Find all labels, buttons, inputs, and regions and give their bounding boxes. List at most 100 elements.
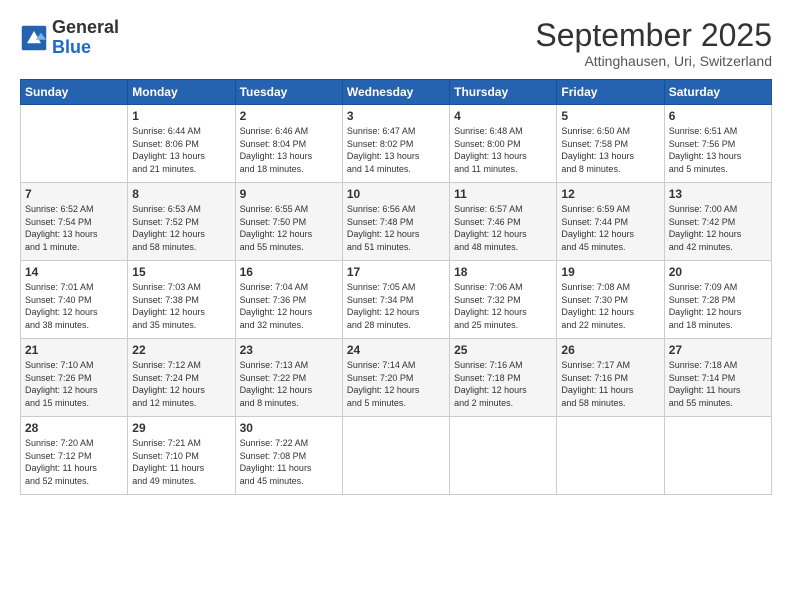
week-row-1: 1Sunrise: 6:44 AM Sunset: 8:06 PM Daylig… [21,105,772,183]
day-info: Sunrise: 6:48 AM Sunset: 8:00 PM Dayligh… [454,125,552,175]
calendar-cell: 2 Sunrise: 6:46 AM Sunset: 8:04 PM Daylig… [235,105,342,183]
title-area: September 2025 Attinghausen, Uri, Switze… [535,18,772,69]
day-info: Sunrise: 7:10 AM Sunset: 7:26 PM Dayligh… [25,359,123,409]
day-info: Sunrise: 7:00 AM Sunset: 7:42 PM Dayligh… [669,203,767,253]
day-info: Sunrise: 7:06 AM Sunset: 7:32 PM Dayligh… [454,281,552,331]
day-number: 29 [132,421,230,435]
day-number: 21 [25,343,123,357]
day-number: 24 [347,343,445,357]
logo-text: General Blue [52,18,119,58]
calendar-cell: 24 Sunrise: 7:14 AM Sunset: 7:20 PM Dayli… [342,339,449,417]
calendar-cell: 10 Sunrise: 6:56 AM Sunset: 7:48 PM Dayli… [342,183,449,261]
month-title: September 2025 [535,18,772,53]
day-number: 25 [454,343,552,357]
calendar-cell: 27 Sunrise: 7:18 AM Sunset: 7:14 PM Dayli… [664,339,771,417]
day-number: 14 [25,265,123,279]
day-number: 11 [454,187,552,201]
day-number: 16 [240,265,338,279]
day-info: Sunrise: 7:18 AM Sunset: 7:14 PM Dayligh… [669,359,767,409]
calendar-cell: 28 Sunrise: 7:20 AM Sunset: 7:12 PM Dayli… [21,417,128,495]
week-row-4: 21 Sunrise: 7:10 AM Sunset: 7:26 PM Dayli… [21,339,772,417]
day-number: 1 [132,109,230,123]
day-info: Sunrise: 7:20 AM Sunset: 7:12 PM Dayligh… [25,437,123,487]
day-number: 2 [240,109,338,123]
calendar-cell [557,417,664,495]
day-number: 8 [132,187,230,201]
header: General Blue September 2025 Attinghausen… [20,18,772,69]
day-number: 15 [132,265,230,279]
day-info: Sunrise: 6:47 AM Sunset: 8:02 PM Dayligh… [347,125,445,175]
day-info: Sunrise: 7:04 AM Sunset: 7:36 PM Dayligh… [240,281,338,331]
calendar-cell: 14Sunrise: 7:01 AM Sunset: 7:40 PM Dayli… [21,261,128,339]
calendar-cell: 12 Sunrise: 6:59 AM Sunset: 7:44 PM Dayli… [557,183,664,261]
col-header-thursday: Thursday [450,80,557,105]
calendar-cell: 8Sunrise: 6:53 AM Sunset: 7:52 PM Daylig… [128,183,235,261]
day-number: 18 [454,265,552,279]
calendar-cell: 1Sunrise: 6:44 AM Sunset: 8:06 PM Daylig… [128,105,235,183]
calendar-cell: 18 Sunrise: 7:06 AM Sunset: 7:32 PM Dayli… [450,261,557,339]
day-info: Sunrise: 6:51 AM Sunset: 7:56 PM Dayligh… [669,125,767,175]
day-number: 12 [561,187,659,201]
week-row-2: 7Sunrise: 6:52 AM Sunset: 7:54 PM Daylig… [21,183,772,261]
calendar-cell: 5 Sunrise: 6:50 AM Sunset: 7:58 PM Daylig… [557,105,664,183]
day-info: Sunrise: 7:13 AM Sunset: 7:22 PM Dayligh… [240,359,338,409]
day-number: 7 [25,187,123,201]
day-number: 23 [240,343,338,357]
day-info: Sunrise: 6:59 AM Sunset: 7:44 PM Dayligh… [561,203,659,253]
calendar-cell: 6Sunrise: 6:51 AM Sunset: 7:56 PM Daylig… [664,105,771,183]
day-number: 10 [347,187,445,201]
calendar-cell [664,417,771,495]
day-info: Sunrise: 7:16 AM Sunset: 7:18 PM Dayligh… [454,359,552,409]
calendar-cell: 25 Sunrise: 7:16 AM Sunset: 7:18 PM Dayli… [450,339,557,417]
header-row: SundayMondayTuesdayWednesdayThursdayFrid… [21,80,772,105]
calendar-cell: 11 Sunrise: 6:57 AM Sunset: 7:46 PM Dayli… [450,183,557,261]
day-info: Sunrise: 6:56 AM Sunset: 7:48 PM Dayligh… [347,203,445,253]
calendar-cell: 20 Sunrise: 7:09 AM Sunset: 7:28 PM Dayli… [664,261,771,339]
day-number: 13 [669,187,767,201]
logo-icon [20,24,48,52]
day-info: Sunrise: 7:22 AM Sunset: 7:08 PM Dayligh… [240,437,338,487]
calendar-cell: 15 Sunrise: 7:03 AM Sunset: 7:38 PM Dayli… [128,261,235,339]
day-info: Sunrise: 7:08 AM Sunset: 7:30 PM Dayligh… [561,281,659,331]
calendar-cell [450,417,557,495]
day-number: 3 [347,109,445,123]
col-header-friday: Friday [557,80,664,105]
calendar-cell [21,105,128,183]
calendar-cell: 9Sunrise: 6:55 AM Sunset: 7:50 PM Daylig… [235,183,342,261]
day-info: Sunrise: 7:09 AM Sunset: 7:28 PM Dayligh… [669,281,767,331]
day-number: 22 [132,343,230,357]
col-header-monday: Monday [128,80,235,105]
calendar-cell: 23 Sunrise: 7:13 AM Sunset: 7:22 PM Dayli… [235,339,342,417]
calendar-cell: 3 Sunrise: 6:47 AM Sunset: 8:02 PM Daylig… [342,105,449,183]
col-header-saturday: Saturday [664,80,771,105]
page: General Blue September 2025 Attinghausen… [0,0,792,612]
day-info: Sunrise: 7:17 AM Sunset: 7:16 PM Dayligh… [561,359,659,409]
day-number: 17 [347,265,445,279]
calendar-cell: 7Sunrise: 6:52 AM Sunset: 7:54 PM Daylig… [21,183,128,261]
day-number: 28 [25,421,123,435]
day-number: 26 [561,343,659,357]
day-number: 9 [240,187,338,201]
calendar-cell: 26 Sunrise: 7:17 AM Sunset: 7:16 PM Dayli… [557,339,664,417]
calendar-cell: 21 Sunrise: 7:10 AM Sunset: 7:26 PM Dayli… [21,339,128,417]
location: Attinghausen, Uri, Switzerland [535,53,772,69]
day-number: 5 [561,109,659,123]
day-number: 27 [669,343,767,357]
col-header-sunday: Sunday [21,80,128,105]
day-info: Sunrise: 7:05 AM Sunset: 7:34 PM Dayligh… [347,281,445,331]
calendar-cell: 13 Sunrise: 7:00 AM Sunset: 7:42 PM Dayli… [664,183,771,261]
day-info: Sunrise: 7:14 AM Sunset: 7:20 PM Dayligh… [347,359,445,409]
calendar-cell: 30 Sunrise: 7:22 AM Sunset: 7:08 PM Dayli… [235,417,342,495]
logo-blue: Blue [52,37,91,57]
calendar-table: SundayMondayTuesdayWednesdayThursdayFrid… [20,79,772,495]
day-info: Sunrise: 6:57 AM Sunset: 7:46 PM Dayligh… [454,203,552,253]
day-info: Sunrise: 6:50 AM Sunset: 7:58 PM Dayligh… [561,125,659,175]
day-number: 30 [240,421,338,435]
day-number: 20 [669,265,767,279]
calendar-cell: 17 Sunrise: 7:05 AM Sunset: 7:34 PM Dayli… [342,261,449,339]
day-info: Sunrise: 6:46 AM Sunset: 8:04 PM Dayligh… [240,125,338,175]
calendar-cell: 29Sunrise: 7:21 AM Sunset: 7:10 PM Dayli… [128,417,235,495]
day-info: Sunrise: 7:12 AM Sunset: 7:24 PM Dayligh… [132,359,230,409]
day-info: Sunrise: 7:03 AM Sunset: 7:38 PM Dayligh… [132,281,230,331]
calendar-cell: 16 Sunrise: 7:04 AM Sunset: 7:36 PM Dayli… [235,261,342,339]
